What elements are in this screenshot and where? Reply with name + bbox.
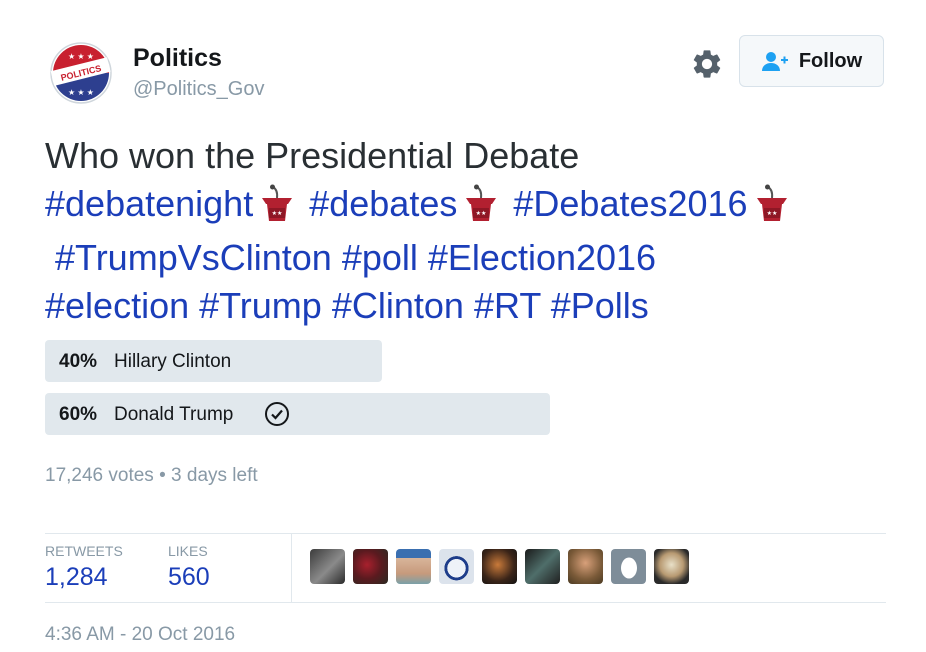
avatar[interactable]: POLITICS ★ ★ ★ ★ ★ ★ (50, 42, 112, 104)
liker-avatar[interactable] (310, 549, 345, 584)
liker-avatar[interactable] (525, 549, 560, 584)
svg-text:★ ★ ★: ★ ★ ★ (68, 52, 94, 61)
hashtag-rt[interactable]: #RT (474, 285, 541, 326)
egg-icon (620, 557, 637, 578)
hashtag-debates2016[interactable]: #Debates2016 (513, 183, 747, 224)
hashtag-poll[interactable]: #poll (342, 237, 418, 278)
poll-percent: 60% (59, 404, 98, 425)
liker-avatar[interactable] (396, 549, 431, 584)
politics-logo-icon: POLITICS ★ ★ ★ ★ ★ ★ (50, 42, 112, 104)
hashtag-trumpvsclinton[interactable]: #TrumpVsClinton (55, 237, 332, 278)
likes-count[interactable]: 560 (168, 563, 210, 592)
retweets-label: RETWEETS (45, 543, 123, 559)
account-handle[interactable]: @Politics_Gov (133, 78, 264, 101)
hashtag-election[interactable]: #election (45, 285, 189, 326)
podium-emoji-icon: ★★ (463, 184, 499, 234)
poll-time-left: 3 days left (171, 465, 258, 486)
hashtag-clinton[interactable]: #Clinton (332, 285, 464, 326)
follow-label: Follow (798, 49, 863, 72)
hashtag-trump[interactable]: #Trump (199, 285, 322, 326)
svg-text:★★: ★★ (766, 210, 777, 217)
tweet-timestamp[interactable]: 4:36 AM - 20 Oct 2016 (45, 624, 235, 646)
account-name[interactable]: Politics (133, 44, 222, 73)
liker-avatar[interactable] (568, 549, 603, 584)
liker-avatar[interactable] (482, 549, 517, 584)
hashtag-debatenight[interactable]: #debatenight (45, 183, 253, 224)
svg-text:★★: ★★ (272, 210, 283, 217)
poll-percent: 40% (59, 351, 98, 372)
podium-emoji-icon: ★★ (259, 184, 295, 234)
hashtag-election2016[interactable]: #Election2016 (428, 237, 656, 278)
tweet-text: Who won the Presidential Debate #debaten… (45, 132, 905, 330)
default-egg-avatar[interactable] (611, 549, 646, 584)
retweets-count[interactable]: 1,284 (45, 563, 108, 592)
follow-button[interactable]: Follow (739, 35, 884, 87)
poll-votes: 17,246 votes (45, 465, 154, 486)
hashtag-debates[interactable]: #debates (309, 183, 457, 224)
poll-label: Hillary Clinton (114, 351, 232, 372)
liker-avatars (310, 549, 689, 584)
liker-avatar[interactable] (654, 549, 689, 584)
svg-text:★ ★ ★: ★ ★ ★ (68, 88, 94, 97)
stats-divider (291, 534, 292, 602)
likes-label: LIKES (168, 543, 208, 559)
liker-avatar[interactable] (353, 549, 388, 584)
poll-meta: 17,246 votes • 3 days left (45, 465, 258, 487)
hashtag-polls[interactable]: #Polls (551, 285, 649, 326)
gear-icon[interactable] (690, 47, 724, 81)
svg-text:★★: ★★ (476, 210, 487, 217)
poll-label: Donald Trump (114, 404, 234, 425)
add-user-icon (761, 52, 788, 71)
liker-avatar[interactable] (439, 549, 474, 584)
poll-separator: • (159, 465, 166, 486)
check-circle-icon (265, 402, 289, 426)
podium-emoji-icon: ★★ (754, 184, 790, 234)
tweet-question: Who won the Presidential Debate (45, 135, 580, 176)
divider (45, 533, 886, 534)
divider (45, 602, 886, 603)
